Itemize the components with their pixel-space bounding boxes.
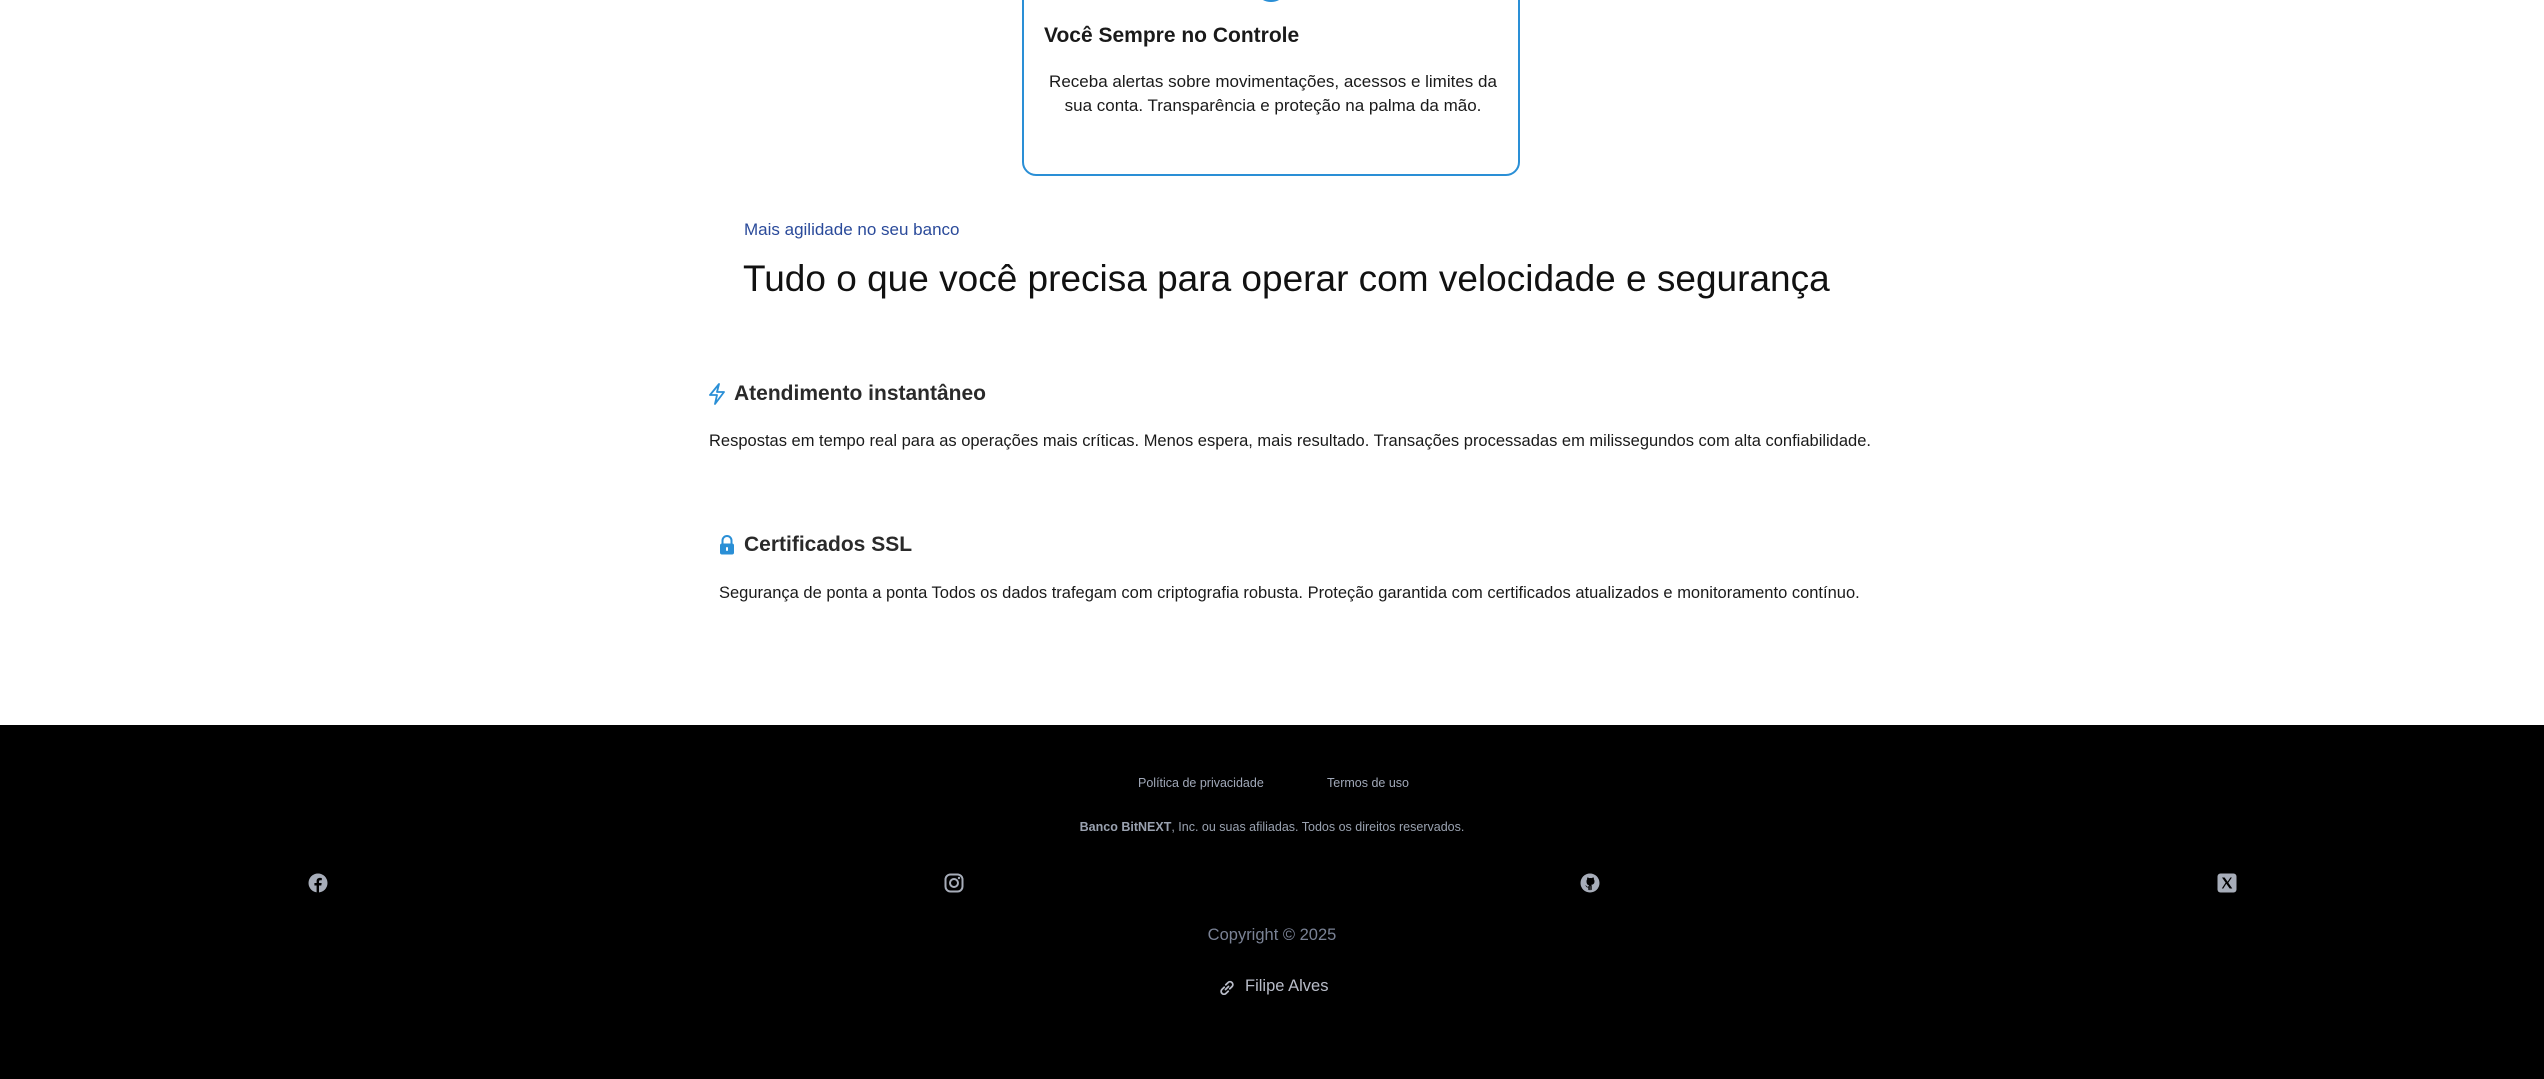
facebook-icon[interactable]	[307, 872, 329, 894]
instagram-icon[interactable]	[943, 872, 965, 894]
github-icon[interactable]	[1579, 872, 1601, 894]
section-title: Tudo o que você precisa para operar com …	[743, 258, 1830, 299]
author-link[interactable]: Filipe Alves	[1217, 977, 1328, 996]
feature-text: Segurança de ponta a ponta Todos os dado…	[719, 584, 1860, 602]
section-eyebrow: Mais agilidade no seu banco	[744, 220, 960, 239]
author-name: Filipe Alves	[1245, 977, 1329, 995]
feature-title: Certificados SSL	[744, 533, 913, 556]
feature-text: Respostas em tempo real para as operaçõe…	[709, 432, 1871, 450]
legal-text: , Inc. ou suas afiliadas. Todos os direi…	[1171, 820, 1465, 834]
card-title: Você Sempre no Controle	[1044, 24, 1300, 47]
legal-notice: Banco BitNEXT, Inc. ou suas afiliadas. T…	[0, 820, 2544, 834]
card-text: Receba alertas sobre movimentações, aces…	[1049, 72, 1497, 115]
card-icon	[1254, 0, 1288, 2]
terms-of-use-link[interactable]: Termos de uso	[1327, 776, 1409, 790]
feature-card: Você Sempre no Controle Receba alertas s…	[1022, 0, 1520, 176]
feature-ssl-certificates: Certificados SSL	[718, 533, 912, 557]
brand-name: Banco BitNEXT	[1079, 820, 1172, 834]
link-icon	[1220, 980, 1234, 995]
feature-title: Atendimento instantâneo	[734, 382, 987, 405]
page: Você Sempre no Controle Receba alertas s…	[0, 0, 2544, 1079]
feature-instant-service: Atendimento instantâneo	[708, 382, 986, 406]
lightning-icon	[708, 383, 726, 405]
x-icon[interactable]	[2216, 872, 2238, 894]
lock-icon	[718, 534, 736, 556]
privacy-policy-link[interactable]: Política de privacidade	[1138, 776, 1264, 790]
footer: Política de privacidade Termos de uso Ba…	[0, 725, 2544, 1079]
copyright-text: Copyright © 2025	[1207, 926, 1337, 944]
